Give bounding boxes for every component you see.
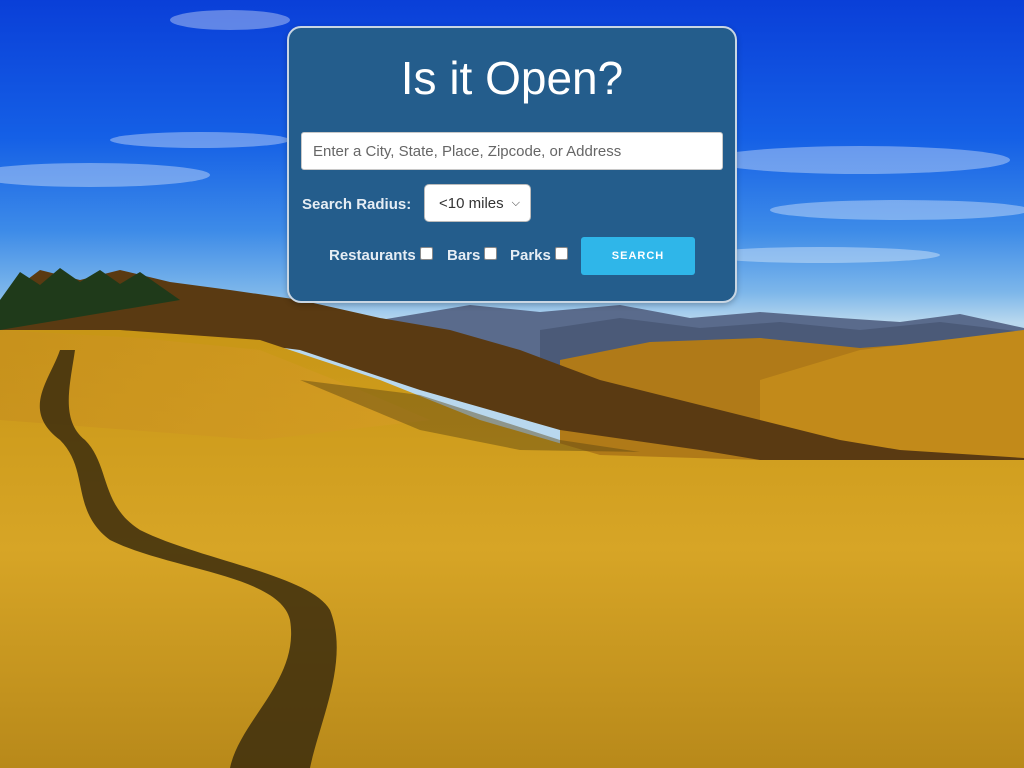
search-panel: Is it Open? Search Radius: <10 miles ⌵ R…	[287, 26, 737, 303]
filter-bars-checkbox[interactable]	[484, 247, 498, 260]
filter-bars: Bars	[447, 247, 498, 264]
filter-restaurants-label: Restaurants	[329, 247, 416, 264]
filter-parks: Parks	[510, 247, 568, 264]
background-landscape: Is it Open? Search Radius: <10 miles ⌵ R…	[0, 0, 1024, 768]
search-radius-label: Search Radius:	[302, 196, 412, 213]
filter-bars-label: Bars	[447, 247, 481, 264]
chevron-down-icon: ⌵	[511, 196, 520, 209]
filter-restaurants: Restaurants	[329, 247, 433, 264]
filter-restaurants-checkbox[interactable]	[419, 247, 433, 260]
filter-parks-label: Parks	[510, 247, 551, 264]
search-radius-select[interactable]: <10 miles ⌵	[424, 184, 531, 222]
location-search-input[interactable]	[301, 132, 723, 170]
search-button[interactable]: SEARCH	[581, 237, 695, 275]
filter-parks-checkbox[interactable]	[554, 247, 568, 260]
page-title: Is it Open?	[400, 52, 624, 104]
search-radius-value: <10 miles	[439, 194, 504, 212]
